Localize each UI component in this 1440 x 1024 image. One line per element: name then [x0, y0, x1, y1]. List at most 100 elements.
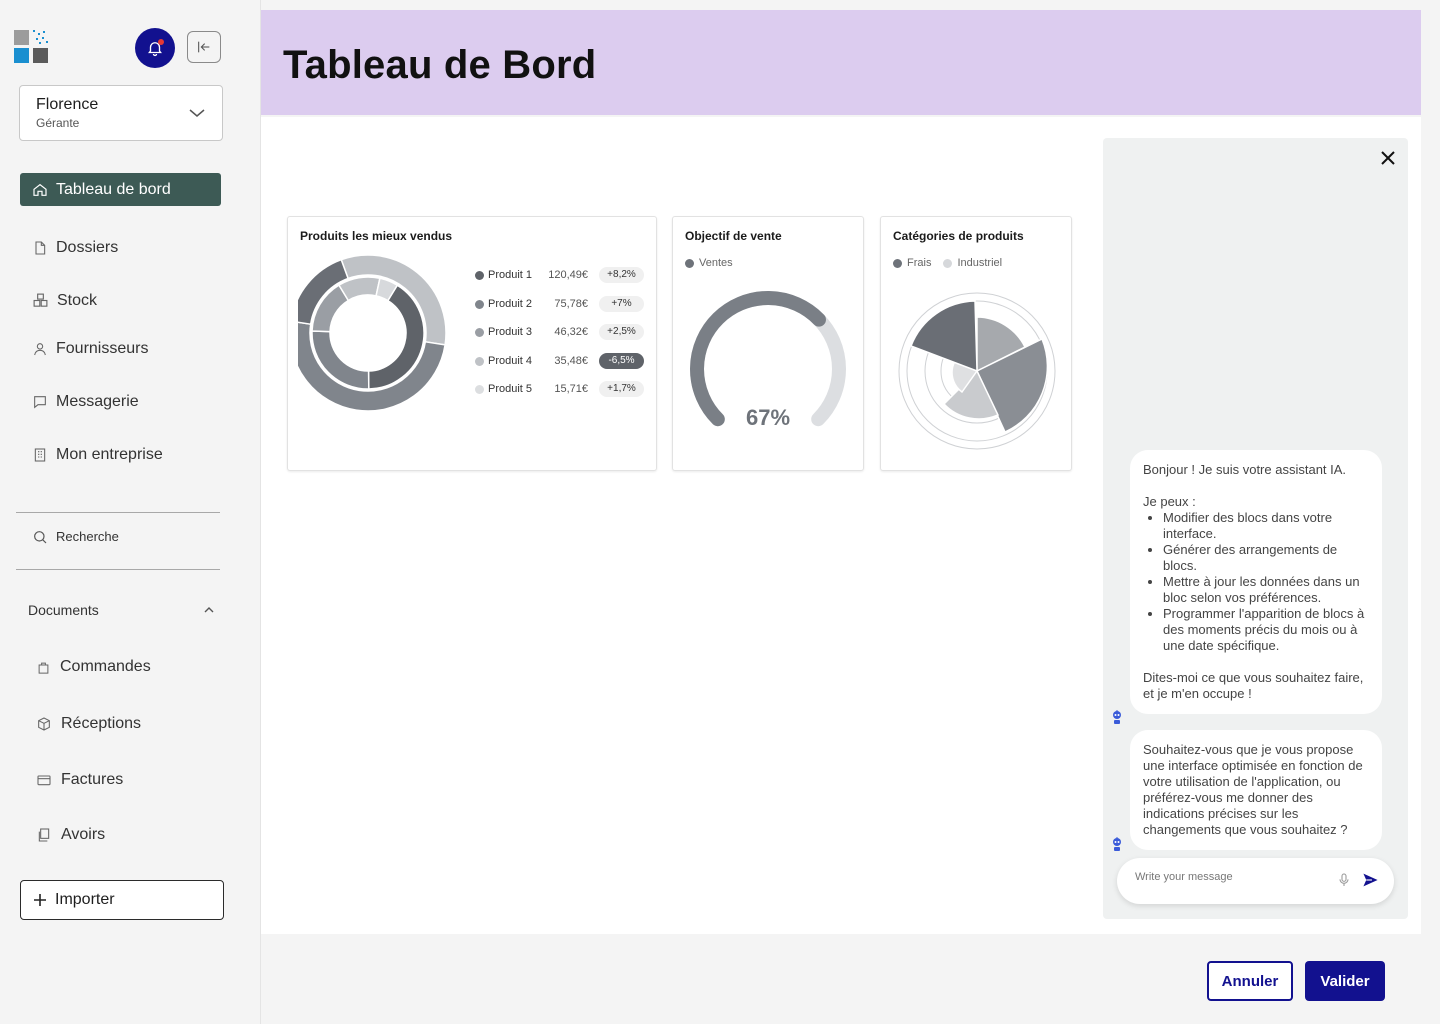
sidebar-divider [16, 512, 220, 513]
legend-dot [893, 258, 902, 268]
legend-dot [475, 299, 484, 309]
categories-card[interactable]: Catégories de produits Frais Industriel [880, 216, 1072, 471]
collapse-sidebar-button[interactable] [187, 31, 221, 63]
sidebar: Florence Gérante Tableau de bord Dossier… [0, 0, 261, 1024]
import-button[interactable]: Importer [20, 880, 224, 920]
legend-item: Ventes [685, 257, 733, 269]
sales-goal-card[interactable]: Objectif de vente Ventes 67% [672, 216, 864, 471]
close-icon[interactable] [1380, 150, 1396, 166]
file-icon [35, 240, 46, 255]
product-value: 46,32€ [554, 326, 588, 338]
nav-item-dashboard[interactable]: Tableau de bord [20, 173, 221, 206]
product-name: Produit 1 [488, 269, 533, 281]
chart-legend: Frais Industriel [893, 257, 1002, 269]
change-badge: +8,2% [599, 267, 644, 283]
plus-icon [34, 894, 46, 906]
cancel-button[interactable]: Annuler [1207, 961, 1293, 1001]
categories-polar-chart [898, 292, 1056, 450]
product-name: Produit 4 [488, 354, 533, 367]
app-logo [14, 30, 50, 64]
page-title: Tableau de Bord [283, 43, 597, 87]
top-products-card[interactable]: Produits les mieux vendus Produit 1 120,4… [287, 216, 657, 471]
nav-item-label: Dossiers [56, 238, 119, 256]
chevron-up-icon [204, 606, 214, 612]
assistant-bot-icon [1113, 837, 1121, 851]
card-title: Catégories de produits [893, 229, 1024, 243]
chart-legend: Ventes [685, 257, 733, 269]
assistant-message: Souhaitez-vous que je vous propose une i… [1130, 730, 1382, 850]
user-switcher[interactable]: Florence Gérante [19, 85, 223, 141]
product-value: 120,49€ [548, 269, 588, 281]
nav-item-folders[interactable]: Dossiers [20, 231, 221, 264]
legend-dot [475, 271, 484, 280]
message-text: Je peux : [1143, 494, 1196, 509]
nav-item-company[interactable]: Mon entreprise [20, 438, 221, 471]
home-icon [33, 183, 47, 196]
documents-item-label: Commandes [60, 658, 151, 675]
nav-item-label: Fournisseurs [56, 339, 149, 357]
nav-item-suppliers[interactable]: Fournisseurs [20, 332, 221, 365]
sidebar-divider [16, 569, 220, 570]
polar-slice [910, 300, 978, 373]
nav-item-label: Tableau de bord [56, 180, 171, 198]
user-role: Gérante [36, 116, 80, 130]
search-label: Recherche [56, 529, 119, 544]
search-icon [34, 530, 47, 543]
documents-item-orders[interactable]: Commandes [20, 652, 221, 682]
product-row: Produit 3 46,32€ +2,5% [474, 324, 646, 342]
bag-icon [38, 662, 49, 674]
nav-item-label: Messagerie [56, 392, 139, 410]
legend-item: Frais [893, 257, 931, 269]
collapse-left-icon [198, 41, 210, 53]
search-button[interactable]: Recherche [20, 520, 221, 553]
change-badge: +7% [599, 295, 644, 312]
message-list-item: Modifier des blocs dans votre interface. [1163, 510, 1369, 542]
documents-item-credits[interactable]: Avoirs [20, 820, 221, 850]
change-badge: -6,5% [599, 352, 644, 369]
documents-item-label: Factures [61, 771, 124, 788]
message-list: Modifier des blocs dans votre interface.… [1163, 510, 1369, 654]
nav-item-messages[interactable]: Messagerie [20, 385, 221, 418]
chat-icon [34, 395, 46, 408]
legend-label: Industriel [957, 257, 1003, 269]
message-list-item: Générer des arrangements de blocs. [1163, 542, 1369, 574]
building-icon [34, 447, 46, 462]
product-name: Produit 2 [488, 297, 533, 310]
microphone-icon[interactable] [1336, 871, 1352, 889]
send-icon[interactable] [1362, 872, 1379, 888]
change-badge: +2,5% [599, 324, 644, 340]
chat-message-input[interactable] [1135, 871, 1325, 883]
legend-dot [685, 258, 694, 268]
documents-section-label: Documents [28, 601, 99, 618]
message-text: Bonjour ! Je suis votre assistant IA. [1143, 462, 1347, 477]
page-header: Tableau de Bord [261, 10, 1421, 115]
ai-assistant-panel: Bonjour ! Je suis votre assistant IA. Je… [1103, 138, 1408, 919]
legend-item: Industriel [943, 257, 1002, 269]
assistant-message: Bonjour ! Je suis votre assistant IA. Je… [1130, 450, 1382, 714]
card-title: Produits les mieux vendus [300, 229, 453, 243]
import-label: Importer [55, 891, 115, 908]
nav-item-stock[interactable]: Stock [20, 284, 221, 317]
nav-item-label: Stock [57, 291, 98, 309]
documents-section-toggle[interactable]: Documents [20, 593, 221, 626]
legend-dot [475, 328, 484, 337]
legend-dot [943, 258, 953, 268]
product-value: 35,48€ [554, 354, 588, 367]
product-name: Produit 3 [488, 326, 533, 338]
documents-item-invoices[interactable]: Factures [20, 765, 221, 795]
confirm-button[interactable]: Valider [1305, 961, 1385, 1001]
user-icon [34, 342, 46, 355]
change-badge: +1,7% [599, 381, 644, 397]
nav-item-label: Mon entreprise [56, 445, 163, 463]
boxes-icon [33, 293, 48, 307]
documents-item-label: Réceptions [61, 715, 142, 732]
legend-label: Frais [907, 257, 932, 269]
receipt-icon [38, 828, 50, 842]
notifications-button[interactable] [135, 28, 175, 68]
chevron-down-icon [189, 109, 205, 117]
product-row: Produit 2 75,78€ +7% [474, 295, 646, 314]
documents-item-receptions[interactable]: Réceptions [20, 709, 221, 739]
product-value: 15,71€ [554, 383, 588, 395]
gauge-arc [690, 291, 826, 427]
message-text: Dites-moi ce que vous souhaitez faire, e… [1143, 670, 1364, 701]
